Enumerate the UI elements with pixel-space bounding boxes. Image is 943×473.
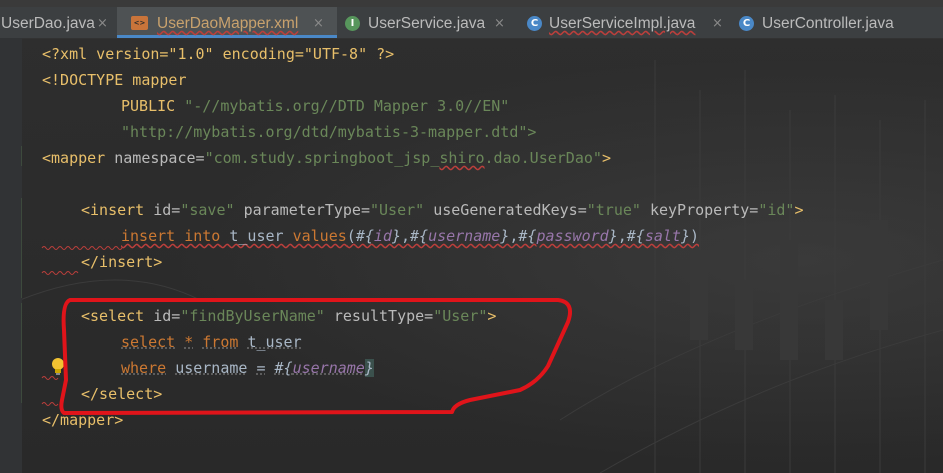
annotation-outline bbox=[59, 298, 572, 415]
